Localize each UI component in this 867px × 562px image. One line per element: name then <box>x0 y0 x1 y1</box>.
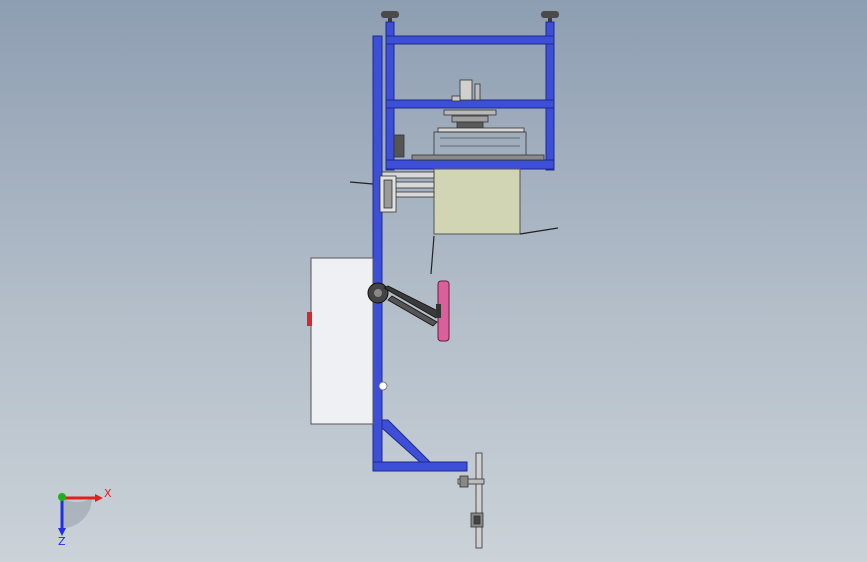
red-indicator-button <box>307 312 312 326</box>
axis-triad[interactable]: X Z <box>58 487 112 548</box>
leveling-foot-right <box>541 11 559 23</box>
model-drawing: X Z <box>58 11 559 549</box>
z-axis-label: Z <box>58 535 66 548</box>
motor-assembly <box>393 79 545 161</box>
x-axis-label: X <box>104 487 112 500</box>
y-axis-dot <box>58 493 66 501</box>
pneumatic-slide <box>379 171 435 213</box>
cad-viewport[interactable]: X Z <box>0 0 867 562</box>
leveling-foot-left <box>381 11 399 23</box>
roller-wheel <box>436 280 450 342</box>
